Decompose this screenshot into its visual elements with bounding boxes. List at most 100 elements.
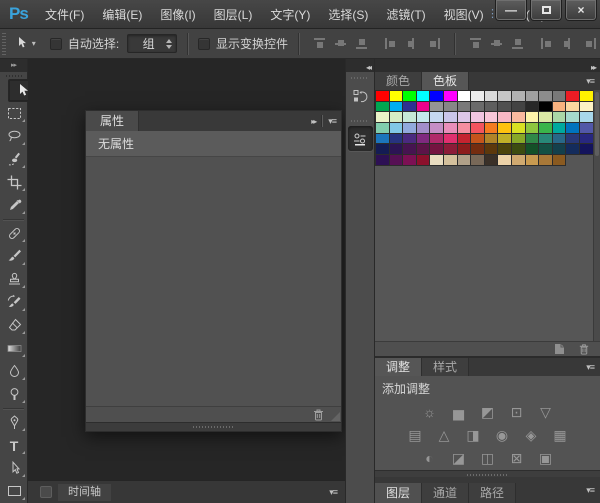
color-swatch[interactable] bbox=[484, 155, 498, 165]
rectangle-tool[interactable] bbox=[0, 480, 28, 503]
path-selection-tool[interactable] bbox=[0, 457, 28, 480]
color-swatch[interactable] bbox=[552, 155, 566, 165]
gradient-tool[interactable] bbox=[0, 337, 28, 360]
align-bottom-edges-icon[interactable] bbox=[354, 37, 369, 50]
color-swatch[interactable] bbox=[566, 91, 579, 101]
color-swatch[interactable] bbox=[457, 144, 471, 155]
color-swatch[interactable] bbox=[471, 112, 484, 123]
distribute-left-edges-icon[interactable] bbox=[540, 37, 555, 50]
show-transform-checkbox[interactable] bbox=[197, 37, 210, 50]
color-swatch[interactable] bbox=[525, 112, 539, 123]
new-swatch-icon[interactable] bbox=[553, 343, 566, 355]
color-swatch[interactable] bbox=[498, 123, 511, 133]
color-swatch[interactable] bbox=[579, 112, 593, 123]
color-swatch[interactable] bbox=[511, 155, 525, 165]
color-swatch[interactable] bbox=[484, 144, 498, 155]
menu-layer[interactable]: 图层(L) bbox=[205, 6, 262, 23]
vibrance-icon[interactable]: ▽ bbox=[537, 404, 555, 420]
color-swatch[interactable] bbox=[443, 112, 457, 123]
color-swatch[interactable] bbox=[389, 91, 403, 101]
color-swatch[interactable] bbox=[376, 155, 389, 165]
color-swatch[interactable] bbox=[430, 144, 443, 155]
align-vertical-centers-icon[interactable] bbox=[333, 37, 348, 50]
color-swatch[interactable] bbox=[389, 112, 403, 123]
color-swatch[interactable] bbox=[443, 123, 457, 133]
color-swatch[interactable] bbox=[498, 101, 511, 112]
adjustments-menu-icon[interactable]: ▾≡ bbox=[586, 362, 595, 373]
tab-layers[interactable]: 图层 bbox=[375, 483, 423, 503]
color-swatch[interactable] bbox=[511, 133, 525, 144]
eraser-tool[interactable] bbox=[0, 314, 28, 337]
tab-styles[interactable]: 样式 bbox=[422, 358, 470, 376]
distribute-top-edges-icon[interactable] bbox=[468, 37, 483, 50]
eyedropper-tool[interactable] bbox=[0, 194, 28, 217]
color-swatch[interactable] bbox=[389, 133, 403, 144]
channel-mixer-icon[interactable]: ◈ bbox=[522, 427, 540, 443]
swatches-menu-icon[interactable]: ▾≡ bbox=[586, 76, 595, 87]
color-swatch[interactable] bbox=[416, 144, 430, 155]
color-swatch[interactable] bbox=[552, 123, 566, 133]
color-swatch[interactable] bbox=[525, 144, 539, 155]
color-swatch[interactable] bbox=[539, 133, 552, 144]
current-tool-preset[interactable]: ▾ bbox=[14, 36, 36, 51]
pen-tool[interactable] bbox=[0, 411, 28, 434]
tab-color[interactable]: 颜色 bbox=[375, 72, 423, 90]
auto-select-target-dropdown[interactable]: 组 bbox=[127, 34, 177, 53]
color-swatch[interactable] bbox=[443, 133, 457, 144]
color-swatch[interactable] bbox=[416, 91, 430, 101]
color-swatch[interactable] bbox=[484, 101, 498, 112]
distribute-bottom-edges-icon[interactable] bbox=[510, 37, 525, 50]
color-swatch[interactable] bbox=[552, 112, 566, 123]
invert-icon[interactable]: ◐ bbox=[421, 450, 439, 466]
color-swatch[interactable] bbox=[579, 91, 593, 101]
color-swatch[interactable] bbox=[539, 91, 552, 101]
color-swatch[interactable] bbox=[525, 133, 539, 144]
color-swatch[interactable] bbox=[539, 112, 552, 123]
lasso-tool[interactable] bbox=[0, 125, 28, 148]
align-top-edges-icon[interactable] bbox=[312, 37, 327, 50]
exposure-icon[interactable]: ⊡ bbox=[508, 404, 526, 420]
color-swatch[interactable] bbox=[376, 133, 389, 144]
align-left-edges-icon[interactable] bbox=[384, 37, 399, 50]
panel-menu-icon[interactable]: ▾≡ bbox=[328, 116, 337, 127]
color-swatch[interactable] bbox=[552, 101, 566, 112]
clone-stamp-tool[interactable] bbox=[0, 268, 28, 291]
color-swatch[interactable] bbox=[443, 155, 457, 165]
color-swatch[interactable] bbox=[566, 112, 579, 123]
dock-grip[interactable] bbox=[351, 77, 369, 79]
color-swatch[interactable] bbox=[430, 133, 443, 144]
maximize-button[interactable] bbox=[530, 0, 562, 21]
color-swatch[interactable] bbox=[416, 155, 430, 165]
align-right-edges-icon[interactable] bbox=[426, 37, 441, 50]
color-swatch[interactable] bbox=[498, 133, 511, 144]
tab-swatches[interactable]: 色板 bbox=[422, 72, 470, 90]
scrollbar-thumb[interactable] bbox=[595, 92, 599, 156]
distribute-horizontal-centers-icon[interactable] bbox=[561, 37, 576, 50]
panel-drag-handle[interactable] bbox=[86, 422, 341, 431]
color-swatch[interactable] bbox=[525, 91, 539, 101]
color-lookup-icon[interactable]: ▦ bbox=[551, 427, 569, 443]
tab-channels[interactable]: 通道 bbox=[422, 483, 470, 503]
layers-menu-icon[interactable]: ▾≡ bbox=[586, 485, 595, 496]
curves-icon[interactable]: ◩ bbox=[479, 404, 497, 420]
history-panel-button[interactable] bbox=[348, 83, 373, 108]
color-swatch[interactable] bbox=[484, 112, 498, 123]
quick-selection-tool[interactable] bbox=[0, 148, 28, 171]
collapse-dock-icon[interactable]: ▸▸ bbox=[591, 63, 597, 72]
menu-filter[interactable]: 滤镜(T) bbox=[377, 6, 434, 23]
menu-type[interactable]: 文字(Y) bbox=[261, 6, 319, 23]
align-horizontal-centers-icon[interactable] bbox=[405, 37, 420, 50]
expand-dock-icon[interactable]: ◂◂ bbox=[366, 63, 372, 72]
color-swatch[interactable] bbox=[566, 123, 579, 133]
color-swatch[interactable] bbox=[511, 144, 525, 155]
color-swatch[interactable] bbox=[376, 91, 389, 101]
color-swatch[interactable] bbox=[498, 155, 511, 165]
dodge-tool[interactable] bbox=[0, 383, 28, 406]
color-swatch[interactable] bbox=[430, 101, 443, 112]
color-swatch[interactable] bbox=[403, 144, 416, 155]
color-swatch[interactable] bbox=[525, 123, 539, 133]
color-swatch[interactable] bbox=[376, 112, 389, 123]
color-swatch[interactable] bbox=[539, 144, 552, 155]
brush-tool[interactable] bbox=[0, 245, 28, 268]
color-swatch[interactable] bbox=[566, 101, 579, 112]
